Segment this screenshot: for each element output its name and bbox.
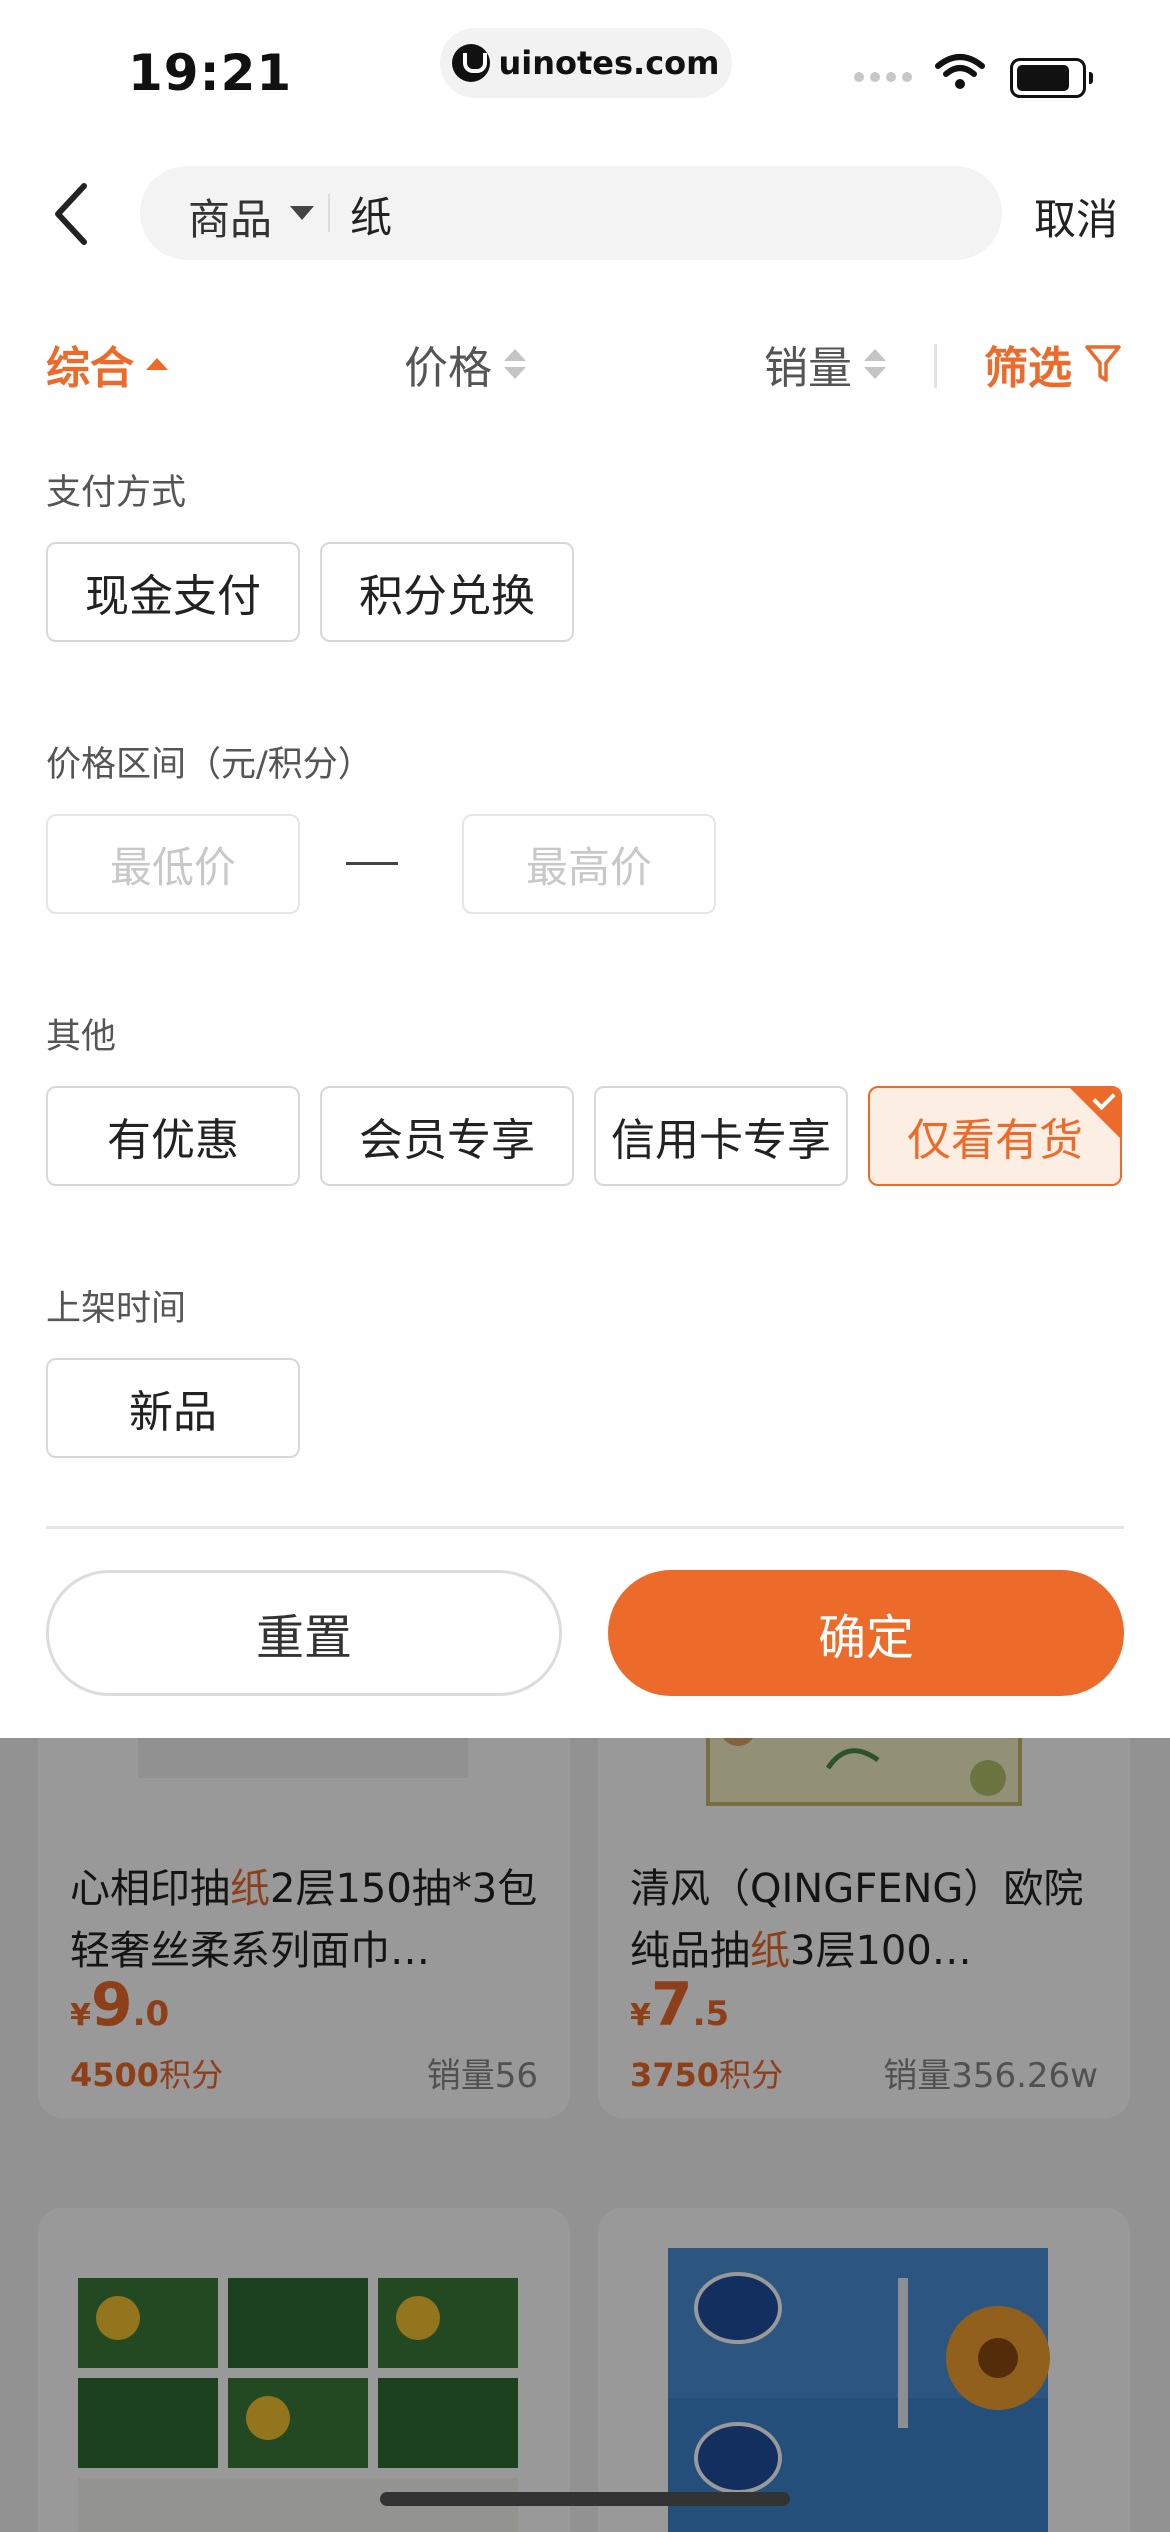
chip-member-only[interactable]: 会员专享: [320, 1086, 574, 1186]
cellular-signal-icon: [854, 72, 912, 82]
search-scope-select[interactable]: 商品: [188, 186, 272, 247]
battery-icon: [1010, 58, 1093, 98]
range-dash: [346, 862, 398, 865]
chip-cash-payment[interactable]: 现金支付: [46, 542, 300, 642]
sort-toggle-icon: [864, 349, 886, 379]
back-icon[interactable]: [44, 176, 104, 252]
cancel-button[interactable]: 取消: [1034, 186, 1118, 247]
divider: [934, 344, 937, 388]
sort-sales-label: 销量: [764, 343, 852, 394]
confirm-button[interactable]: 确定: [608, 1570, 1124, 1696]
divider: [328, 194, 330, 232]
chip-points-exchange[interactable]: 积分兑换: [320, 542, 574, 642]
sort-price[interactable]: 价格: [404, 332, 526, 396]
chip-in-stock-only[interactable]: 仅看有货: [868, 1086, 1122, 1186]
search-input[interactable]: 商品 纸: [140, 166, 1002, 260]
home-indicator: [380, 2492, 790, 2506]
url-text: uinotes.com: [498, 44, 720, 82]
modal-backdrop[interactable]: [0, 1738, 1170, 2532]
status-bar: 19:21 uinotes.com: [0, 0, 1170, 150]
reset-button[interactable]: 重置: [46, 1570, 562, 1696]
price-range-title: 价格区间（元/积分）: [46, 745, 373, 785]
sort-sales[interactable]: 销量: [764, 332, 886, 396]
chip-has-discount[interactable]: 有优惠: [46, 1086, 300, 1186]
search-query-text[interactable]: 纸: [350, 184, 392, 245]
sort-bar: 综合 价格 销量 筛选: [0, 320, 1170, 400]
caret-down-icon[interactable]: [290, 206, 314, 220]
status-time: 19:21: [128, 44, 293, 102]
wifi-icon: [935, 54, 985, 89]
sort-asc-icon: [146, 358, 168, 370]
filter-label: 筛选: [984, 343, 1072, 394]
sort-comprehensive[interactable]: 综合: [46, 332, 168, 396]
sort-toggle-icon: [504, 349, 526, 379]
filter-button[interactable]: 筛选: [984, 332, 1122, 396]
divider: [46, 1526, 1124, 1529]
sort-price-label: 价格: [404, 343, 492, 394]
other-section-title: 其他: [46, 1017, 117, 1057]
chip-in-stock-label: 仅看有货: [907, 1115, 1083, 1166]
funnel-icon: [1085, 345, 1121, 382]
max-price-input[interactable]: 最高价: [462, 814, 716, 914]
chip-new-arrival[interactable]: 新品: [46, 1358, 300, 1458]
site-logo-icon: [452, 44, 491, 82]
min-price-input[interactable]: 最低价: [46, 814, 300, 914]
chip-credit-card-only[interactable]: 信用卡专享: [594, 1086, 848, 1186]
listing-time-title: 上架时间: [46, 1289, 187, 1329]
sort-comprehensive-label: 综合: [46, 343, 134, 394]
url-pill: uinotes.com: [440, 28, 732, 98]
payment-section-title: 支付方式: [46, 473, 187, 513]
